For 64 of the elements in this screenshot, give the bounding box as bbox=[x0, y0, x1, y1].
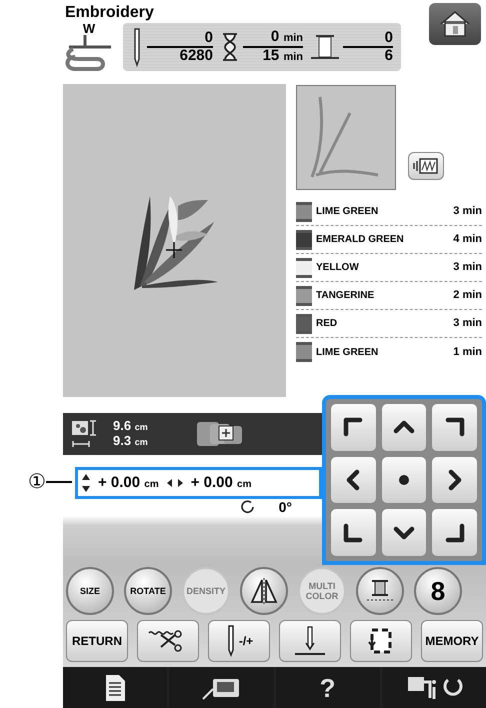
bottom-bar-button[interactable] bbox=[169, 667, 274, 708]
thread-name: LIME GREEN bbox=[316, 205, 380, 219]
home-button[interactable] bbox=[429, 3, 481, 45]
spool-icon bbox=[311, 34, 339, 60]
design-height: 9.6 cm bbox=[113, 419, 148, 434]
callout-number: ① bbox=[28, 472, 46, 492]
arrow-key[interactable] bbox=[330, 403, 377, 452]
toolbar-button[interactable] bbox=[279, 620, 341, 662]
arrow-key[interactable] bbox=[431, 508, 478, 557]
stitch-display-icon bbox=[413, 157, 439, 175]
toolbar-button[interactable]: -/+ bbox=[208, 620, 270, 662]
rotate-icon bbox=[240, 500, 255, 514]
document-icon bbox=[104, 674, 126, 702]
horizontal-arrows-icon bbox=[166, 479, 183, 487]
thread-name: EMERALD GREEN bbox=[316, 233, 405, 247]
hourglass-icon bbox=[221, 32, 239, 62]
bottom-bar-button[interactable] bbox=[382, 667, 486, 708]
round-button[interactable] bbox=[240, 567, 288, 615]
mirror-icon bbox=[249, 577, 279, 605]
toolbar-button[interactable]: RETURN bbox=[66, 620, 128, 662]
thread-time: 3 min bbox=[453, 260, 482, 276]
bottom-bar-button[interactable] bbox=[63, 667, 168, 708]
stitches-current: 0 bbox=[204, 30, 213, 46]
thread-time: 4 min bbox=[453, 232, 482, 248]
screen-title: Embroidery bbox=[65, 4, 155, 22]
horizontal-offset: + 0.00 cm bbox=[190, 472, 252, 493]
leader-line bbox=[46, 481, 72, 483]
thread-name: YELLOW bbox=[316, 261, 360, 275]
time-total: 15 min bbox=[262, 48, 303, 65]
arrow-key[interactable] bbox=[380, 403, 428, 452]
colors-current: 0 bbox=[384, 30, 393, 46]
arrow-key[interactable] bbox=[431, 403, 478, 452]
thread-name: RED bbox=[316, 317, 338, 331]
needle-down-icon bbox=[293, 625, 327, 657]
rotation-angle: 0° bbox=[278, 500, 292, 515]
round-button[interactable] bbox=[356, 567, 404, 615]
thread-name: TANGERINE bbox=[316, 289, 376, 303]
round-button[interactable]: ROTATE bbox=[124, 567, 172, 615]
thread-time: 1 min bbox=[453, 344, 482, 360]
vertical-arrows-icon bbox=[82, 474, 90, 492]
presser-foot-icon bbox=[65, 35, 113, 73]
round-button[interactable]: SIZE bbox=[66, 567, 114, 615]
thread-time: 3 min bbox=[453, 204, 482, 220]
home-icon bbox=[439, 10, 471, 38]
colors-total: 6 bbox=[384, 48, 393, 64]
presser-foot-label: W bbox=[82, 22, 96, 35]
toolbar-button[interactable] bbox=[350, 620, 412, 662]
bottom-bar-button[interactable]: ? bbox=[276, 667, 380, 708]
stitch-view-button[interactable] bbox=[408, 152, 444, 180]
time-current: 0 min bbox=[270, 29, 303, 46]
arrow-key[interactable] bbox=[330, 508, 377, 557]
thread-time: 2 min bbox=[453, 288, 482, 304]
arrow-key[interactable] bbox=[380, 508, 428, 557]
toolbar-button[interactable] bbox=[137, 620, 199, 662]
stitches-total: 6280 bbox=[180, 48, 213, 64]
round-button[interactable]: 8 bbox=[414, 567, 462, 615]
design-width: 9.3 cm bbox=[113, 434, 148, 449]
arrow-key[interactable] bbox=[330, 456, 377, 504]
arrow-key[interactable] bbox=[431, 456, 478, 504]
thread-time: 3 min bbox=[453, 316, 482, 332]
toolbar-button[interactable]: MEMORY bbox=[421, 620, 483, 662]
thread-name: LIME GREEN bbox=[316, 346, 380, 360]
vertical-offset: + 0.00 cm bbox=[98, 472, 159, 493]
arrow-key[interactable] bbox=[380, 456, 428, 504]
